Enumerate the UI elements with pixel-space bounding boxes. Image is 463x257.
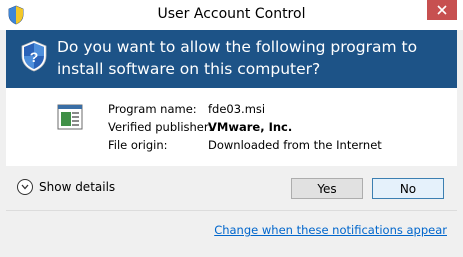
title-bar: User Account Control: [0, 0, 463, 30]
no-button[interactable]: No: [372, 178, 444, 199]
show-details-toggle[interactable]: Show details: [17, 179, 115, 195]
footer: Change when these notifications appear: [6, 211, 457, 251]
change-notifications-link[interactable]: Change when these notifications appear: [214, 223, 447, 237]
installer-program-icon: [57, 104, 83, 130]
file-origin-row: File origin: Downloaded from the Interne…: [108, 138, 438, 154]
show-details-label: Show details: [39, 180, 116, 194]
publisher-row: Verified publisher: VMware, Inc.: [108, 120, 438, 136]
chevron-down-icon: [17, 179, 33, 195]
file-origin-value: Downloaded from the Internet: [208, 138, 382, 152]
svg-text:?: ?: [30, 49, 39, 65]
publisher-value: VMware, Inc.: [208, 120, 293, 134]
question-banner: ? Do you want to allow the following pro…: [6, 30, 457, 88]
program-info-panel: Program name: fde03.msi Verified publish…: [6, 88, 457, 166]
publisher-label: Verified publisher:: [108, 120, 213, 134]
window-title: User Account Control: [157, 6, 306, 22]
close-icon: [437, 5, 447, 15]
yes-button[interactable]: Yes: [291, 178, 363, 199]
program-name-row: Program name: fde03.msi: [108, 102, 438, 118]
uac-shield-large-icon: ?: [21, 40, 47, 72]
details-bar: Show details Yes No: [6, 166, 457, 211]
banner-question: Do you want to allow the following progr…: [57, 38, 418, 78]
program-name-value: fde03.msi: [208, 102, 266, 116]
program-name-label: Program name:: [108, 102, 197, 116]
file-origin-label: File origin:: [108, 138, 168, 152]
close-button[interactable]: [427, 0, 457, 20]
